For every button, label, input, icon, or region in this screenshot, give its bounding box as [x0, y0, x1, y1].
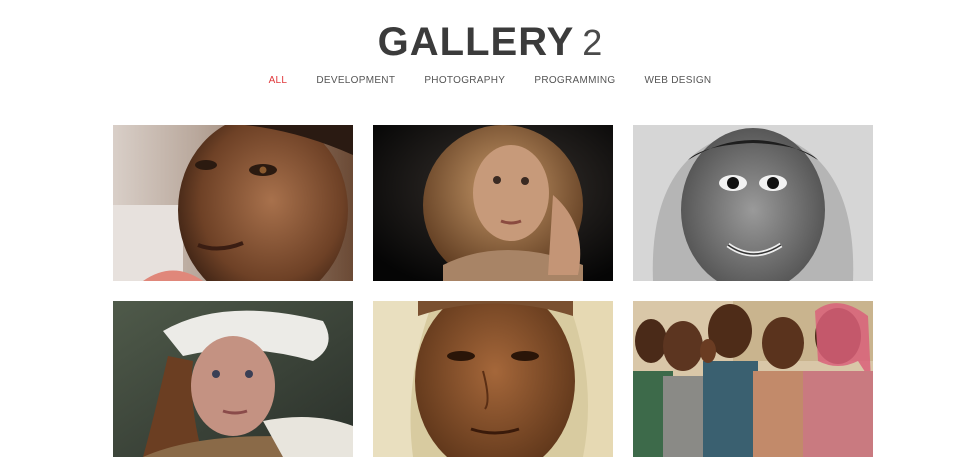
- gallery-item[interactable]: [373, 125, 613, 281]
- gallery-item[interactable]: [633, 125, 873, 281]
- portrait-photo: [113, 301, 353, 457]
- gallery-item[interactable]: [373, 301, 613, 457]
- gallery-item[interactable]: [113, 301, 353, 457]
- portrait-photo: [373, 125, 613, 281]
- filter-all[interactable]: ALL: [269, 75, 288, 86]
- filter-photography[interactable]: PHOTOGRAPHY: [424, 75, 505, 86]
- portrait-photo: [373, 301, 613, 457]
- portrait-photo: [113, 125, 353, 281]
- gallery-item[interactable]: [633, 301, 873, 457]
- filter-development[interactable]: DEVELOPMENT: [316, 75, 395, 86]
- page-title: GALLERY 2: [0, 14, 980, 79]
- filter-nav: ALL DEVELOPMENT PHOTOGRAPHY PROGRAMMING …: [0, 75, 980, 86]
- page-title-text: GALLERY: [377, 20, 575, 64]
- gallery-item[interactable]: [113, 125, 353, 281]
- filter-programming[interactable]: PROGRAMMING: [534, 75, 615, 86]
- portrait-photo: [633, 301, 873, 457]
- portrait-photo: [633, 125, 873, 281]
- gallery-grid: [113, 125, 873, 457]
- filter-web-design[interactable]: WEB DESIGN: [645, 75, 712, 86]
- page-title-suffix: 2: [582, 22, 603, 63]
